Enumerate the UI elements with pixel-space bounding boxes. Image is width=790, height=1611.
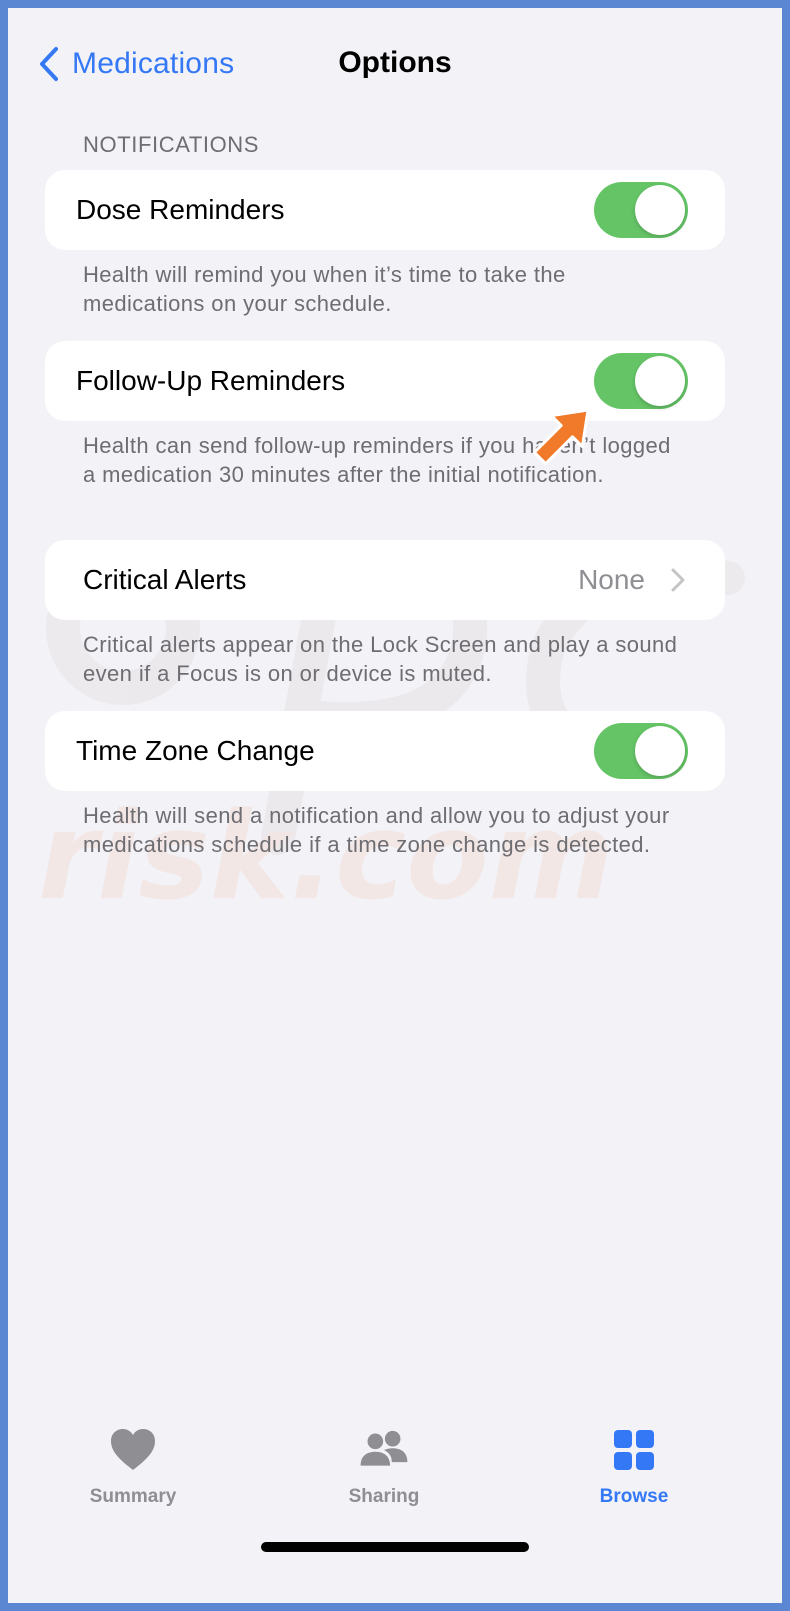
grid-icon <box>614 1430 654 1470</box>
heart-icon <box>111 1429 155 1470</box>
screenshot-frame: risk.com Medications Options NOTIFICATIO… <box>0 0 790 1611</box>
dose-reminders-footnote: Health will remind you when it’s time to… <box>83 262 566 316</box>
tab-browse-label: Browse <box>599 1486 669 1507</box>
critical-alerts-footnote: Critical alerts appear on the Lock Scree… <box>83 632 678 686</box>
toggle-knob <box>635 185 685 235</box>
dose-reminders-row: Dose Reminders <box>45 170 725 250</box>
tab-summary-label: Summary <box>89 1486 177 1507</box>
home-indicator[interactable] <box>261 1542 529 1552</box>
dose-reminders-toggle[interactable] <box>594 182 688 238</box>
time-zone-change-row: Time Zone Change <box>45 711 725 791</box>
critical-alerts-row[interactable]: Critical Alerts None <box>45 540 725 620</box>
follow-up-reminders-label: Follow-Up Reminders <box>76 365 346 396</box>
time-zone-change-label: Time Zone Change <box>76 735 315 766</box>
time-zone-change-footnote: Health will send a notification and allo… <box>83 803 670 857</box>
follow-up-reminders-toggle[interactable] <box>594 353 688 409</box>
tab-browse[interactable]: Browse <box>544 1426 724 1508</box>
critical-alerts-value: None <box>578 564 645 595</box>
page-title: Options <box>338 46 452 79</box>
people-icon <box>360 1430 408 1466</box>
time-zone-change-toggle[interactable] <box>594 723 688 779</box>
tab-sharing-label: Sharing <box>348 1486 420 1507</box>
section-header-notifications: NOTIFICATIONS <box>83 132 260 157</box>
app-screen: risk.com Medications Options NOTIFICATIO… <box>8 8 782 1603</box>
chevron-right-icon <box>671 568 685 592</box>
tab-sharing[interactable]: Sharing <box>294 1426 474 1508</box>
follow-up-reminders-row: Follow-Up Reminders <box>45 341 725 421</box>
toggle-knob <box>635 356 685 406</box>
dose-reminders-label: Dose Reminders <box>76 194 285 225</box>
annotation-arrow-icon <box>532 408 590 466</box>
toggle-knob <box>635 726 685 776</box>
critical-alerts-label: Critical Alerts <box>83 564 247 595</box>
tab-summary[interactable]: Summary <box>43 1426 223 1508</box>
